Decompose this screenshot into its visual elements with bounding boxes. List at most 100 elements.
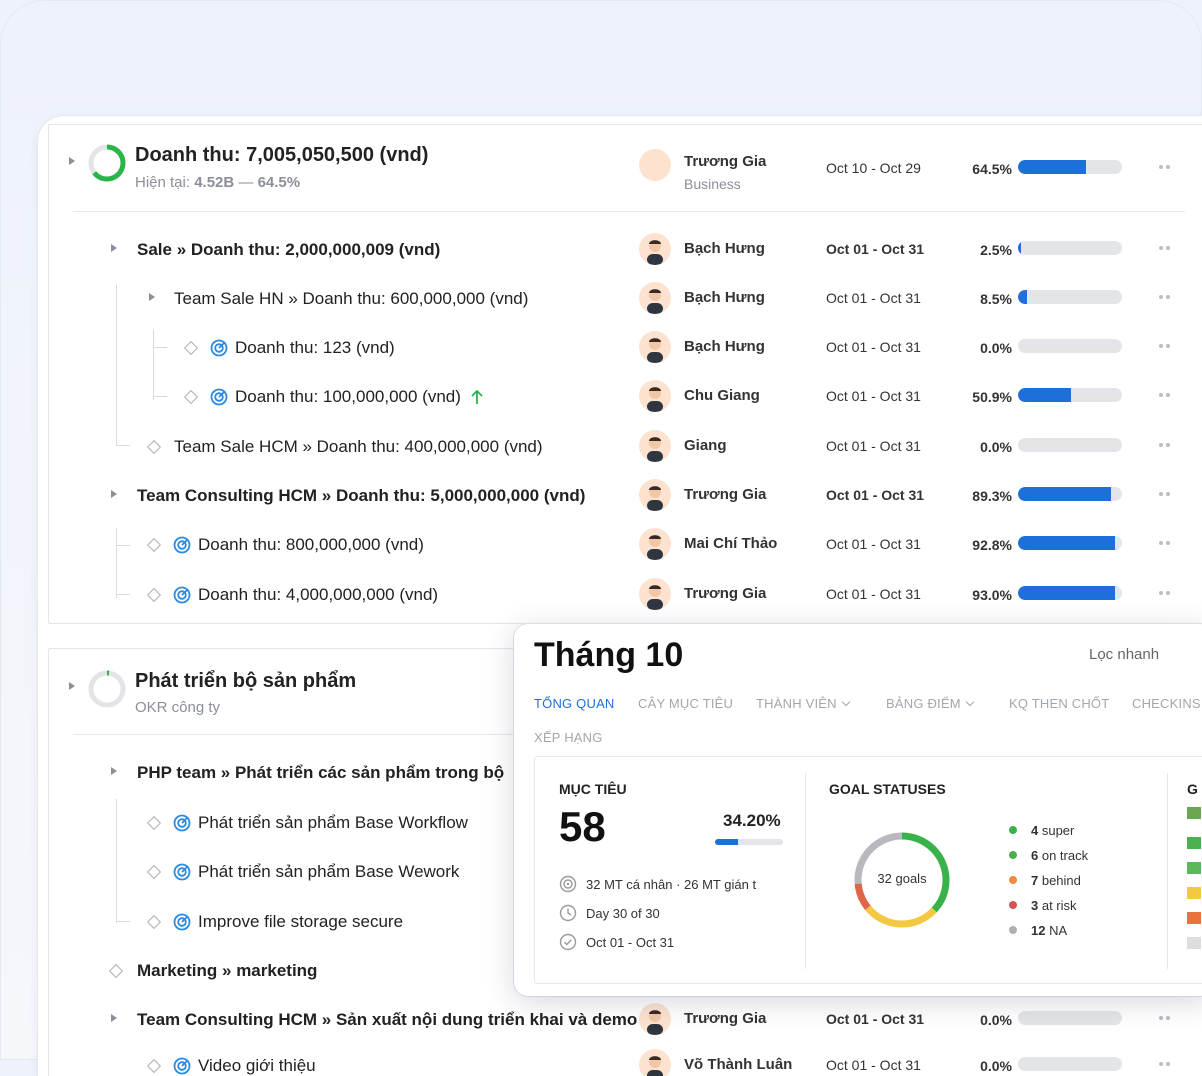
expand-caret-icon[interactable]	[69, 682, 75, 690]
key-result-title[interactable]: Improve file storage secure	[198, 912, 403, 932]
progress-percent: 64.5%	[972, 161, 1012, 177]
owner-name[interactable]: Mai Chí Thảo	[684, 535, 777, 552]
owner-name[interactable]: Giang	[684, 437, 727, 454]
avatar[interactable]	[639, 331, 671, 363]
key-result-title[interactable]: Phát triển sản phẩm Base Workflow	[198, 813, 468, 833]
key-result-row[interactable]: Doanh thu: 123 (vnd) Bạch Hưng Oct 01 - Oc…	[49, 329, 1202, 369]
key-result-title[interactable]: Team Sale HN » Doanh thu: 600,000,000 (v…	[174, 289, 528, 309]
avatar[interactable]	[639, 430, 671, 462]
date-range: Oct 01 - Oct 31	[826, 339, 921, 355]
objective-title[interactable]: Phát triển bộ sản phẩm	[135, 670, 356, 693]
diamond-icon	[146, 537, 162, 553]
key-result-row[interactable]: Team Consulting HCM » Sản xuất nội dung …	[49, 1001, 1202, 1041]
quick-filter-button[interactable]: Lọc nhanh	[1089, 646, 1159, 663]
tab-scoreboard[interactable]: BẢNG ĐIỂM	[886, 696, 975, 711]
status-dot-icon	[1009, 851, 1017, 859]
avatar[interactable]	[639, 149, 671, 181]
avatar[interactable]	[639, 528, 671, 560]
key-result-title[interactable]: Phát triển sản phẩm Base Wework	[198, 862, 459, 882]
more-options-icon[interactable]	[1159, 343, 1175, 349]
objective-group-revenue: Doanh thu: 7,005,050,500 (vnd) Hiện tại:…	[48, 124, 1202, 624]
tree-connector	[116, 445, 130, 446]
expand-caret-icon[interactable]	[111, 244, 117, 252]
key-result-title[interactable]: PHP team » Phát triển các sản phẩm trong…	[137, 763, 504, 783]
avatar[interactable]	[639, 282, 671, 314]
partial-panel-heading: G	[1187, 781, 1198, 797]
expand-caret-icon[interactable]	[111, 767, 117, 775]
key-result-title[interactable]: Team Consulting HCM » Sản xuất nội dung …	[137, 1010, 637, 1030]
tab-checkins[interactable]: CHECKINS	[1132, 696, 1201, 711]
key-result-title[interactable]: Doanh thu: 4,000,000,000 (vnd)	[198, 585, 438, 605]
key-result-row[interactable]: Doanh thu: 800,000,000 (vnd) Mai Chí Thảo…	[49, 526, 1202, 566]
key-result-title[interactable]: Doanh thu: 100,000,000 (vnd)	[235, 387, 461, 407]
tab-members[interactable]: THÀNH VIÊN	[756, 696, 850, 711]
key-result-title[interactable]: Video giới thiệu	[198, 1056, 316, 1076]
avatar[interactable]	[639, 233, 671, 265]
owner-name[interactable]: Chu Giang	[684, 387, 760, 404]
owner-name[interactable]: Bạch Hưng	[684, 338, 765, 355]
key-result-title[interactable]: Team Consulting HCM » Doanh thu: 5,000,0…	[137, 486, 585, 506]
more-options-icon[interactable]	[1159, 491, 1175, 497]
key-result-title[interactable]: Doanh thu: 800,000,000 (vnd)	[198, 535, 424, 555]
expand-caret-icon[interactable]	[69, 157, 75, 165]
expand-caret-icon[interactable]	[111, 1014, 117, 1022]
avatar[interactable]	[639, 479, 671, 511]
progress-bar	[1018, 1011, 1122, 1025]
avatar[interactable]	[639, 380, 671, 412]
legend-swatch	[1187, 912, 1201, 924]
owner-name[interactable]: Bạch Hưng	[684, 240, 765, 257]
owner-name[interactable]: Trương Gia	[684, 1010, 766, 1027]
tree-connector	[116, 921, 130, 922]
progress-percent: 0.0%	[980, 340, 1012, 356]
tab-key-results[interactable]: KQ THEN CHỐT	[1009, 696, 1109, 711]
date-range: Oct 01 - Oct 31	[826, 1011, 925, 1027]
key-result-title[interactable]: Doanh thu: 123 (vnd)	[235, 338, 395, 358]
owner-name[interactable]: Bạch Hưng	[684, 289, 765, 306]
tab-overview[interactable]: TỔNG QUAN	[534, 696, 615, 711]
more-options-icon[interactable]	[1159, 392, 1175, 398]
avatar[interactable]	[639, 1003, 671, 1035]
avatar[interactable]	[639, 1049, 671, 1076]
key-result-row[interactable]: Team Consulting HCM » Doanh thu: 5,000,0…	[49, 477, 1202, 517]
diamond-icon	[146, 864, 162, 880]
diamond-icon	[183, 389, 199, 405]
key-result-row[interactable]: Doanh thu: 100,000,000 (vnd) Chu Giang Oct…	[49, 378, 1202, 418]
progress-percent: 89.3%	[972, 488, 1012, 504]
owner-name[interactable]: Võ Thành Luân	[684, 1056, 792, 1073]
key-result-title[interactable]: Team Sale HCM » Doanh thu: 400,000,000 (…	[174, 437, 543, 457]
owner-name[interactable]: Trương Gia	[684, 585, 766, 602]
more-options-icon[interactable]	[1159, 590, 1175, 596]
progress-bar	[1018, 241, 1122, 255]
more-options-icon[interactable]	[1159, 164, 1175, 170]
key-result-row[interactable]: Sale » Doanh thu: 2,000,000,009 (vnd) Bạc…	[49, 231, 1202, 271]
key-result-title[interactable]: Marketing » marketing	[137, 961, 317, 981]
more-options-icon[interactable]	[1159, 442, 1175, 448]
monthly-overview-card: Tháng 10 Lọc nhanh TỔNG QUAN CÂY MỤC TIÊ…	[514, 624, 1202, 996]
tab-goal-tree[interactable]: CÂY MỤC TIÊU	[638, 696, 733, 711]
key-result-title[interactable]: Sale » Doanh thu: 2,000,000,009 (vnd)	[137, 240, 440, 260]
key-result-row[interactable]: Team Sale HN » Doanh thu: 600,000,000 (v…	[49, 280, 1202, 320]
tree-connector	[153, 396, 167, 397]
key-result-row[interactable]: Doanh thu: 4,000,000,000 (vnd) Trương Gia…	[49, 576, 1202, 616]
more-options-icon[interactable]	[1159, 294, 1175, 300]
date-range: Oct 01 - Oct 31	[826, 536, 921, 552]
date-range: Oct 01 - Oct 31	[826, 1057, 921, 1073]
more-options-icon[interactable]	[1159, 540, 1175, 546]
objective-title[interactable]: Doanh thu: 7,005,050,500 (vnd)	[135, 144, 428, 167]
more-options-icon[interactable]	[1159, 245, 1175, 251]
more-options-icon[interactable]	[1159, 1061, 1175, 1067]
expand-caret-icon[interactable]	[111, 490, 117, 498]
progress-percent: 8.5%	[980, 291, 1012, 307]
expand-caret-icon[interactable]	[149, 293, 155, 301]
date-range: Oct 01 - Oct 31	[826, 290, 921, 306]
diamond-icon	[146, 914, 162, 930]
key-result-row[interactable]: Team Sale HCM » Doanh thu: 400,000,000 (…	[49, 428, 1202, 468]
legend-swatch	[1187, 937, 1201, 949]
owner-name[interactable]: Trương Gia	[684, 153, 766, 170]
avatar[interactable]	[639, 578, 671, 610]
tab-ranking[interactable]: XẾP HẠNG	[534, 730, 603, 745]
tree-connector	[116, 285, 117, 445]
more-options-icon[interactable]	[1159, 1015, 1175, 1021]
key-result-row[interactable]: Video giới thiệu Võ Thành Luân Oct 01 - Oc…	[49, 1047, 1202, 1076]
owner-name[interactable]: Trương Gia	[684, 486, 766, 503]
